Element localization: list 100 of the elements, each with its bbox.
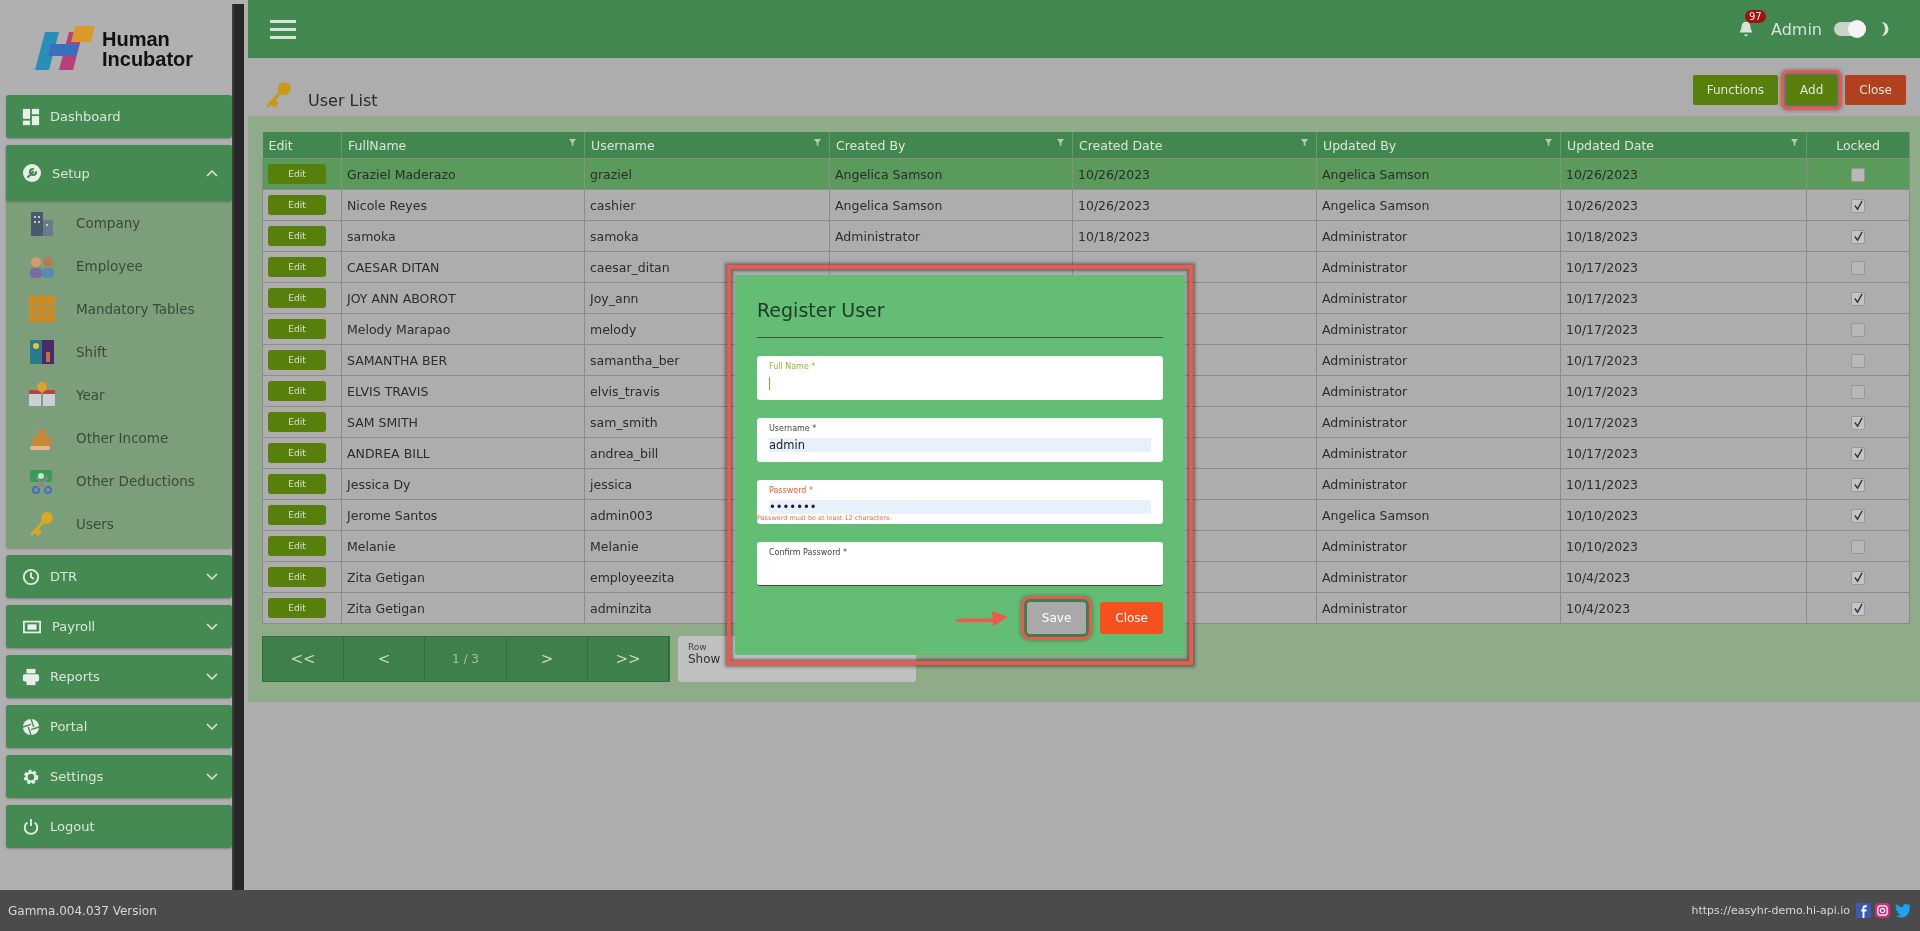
sidebar-item[interactable]: Logout [6, 805, 232, 848]
checkbox[interactable] [1851, 291, 1865, 306]
sidebar-item[interactable]: DTR [6, 555, 232, 598]
table-cell: 10/4/2023 [1566, 600, 1631, 616]
edit-button[interactable]: Edit [268, 567, 326, 587]
table-row[interactable]: Edit Nicole Reyes cashier Angelica Samson 10/26/2023 Angelica Samson 10/26/2023 [262, 189, 1910, 221]
edit-button[interactable]: Edit [268, 350, 326, 370]
checkbox[interactable] [1851, 601, 1865, 616]
edit-button[interactable]: Edit [268, 412, 326, 432]
instagram-icon[interactable] [1875, 903, 1890, 918]
table-cell: Jessica Dy [347, 476, 411, 492]
edit-button[interactable]: Edit [268, 288, 326, 308]
column-header[interactable]: Created Date [1072, 132, 1317, 159]
dialog-button[interactable]: Close [1100, 602, 1163, 634]
edit-button[interactable]: Edit [268, 164, 326, 184]
checkbox[interactable] [1851, 229, 1865, 244]
submenu-item[interactable]: Year [28, 381, 232, 409]
column-header[interactable]: Locked [1806, 132, 1910, 159]
column-header[interactable]: FullName [341, 132, 585, 159]
table-cell: 10/26/2023 [1078, 166, 1151, 182]
version-text: Gamma.004.037 Version [8, 903, 157, 918]
filter-icon[interactable] [814, 139, 821, 146]
checkbox[interactable] [1851, 570, 1865, 585]
input-field[interactable]: Full Name * [757, 356, 1163, 400]
table-cell: Administrator [1322, 600, 1408, 616]
sidebar-item[interactable]: Setup [6, 145, 232, 201]
table-cell: Angelica Samson [1322, 197, 1430, 213]
checkbox[interactable] [1851, 446, 1865, 461]
edit-button[interactable]: Edit [268, 226, 326, 246]
edit-button[interactable]: Edit [268, 319, 326, 339]
table-cell: Administrator [1322, 290, 1408, 306]
checkbox[interactable] [1851, 508, 1865, 523]
table-cell: samoka [590, 228, 639, 244]
input-field[interactable]: Confirm Password * [757, 542, 1163, 586]
column-header[interactable]: Updated Date [1560, 132, 1807, 159]
table-cell: Administrator [1322, 383, 1408, 399]
column-header[interactable]: Updated By [1316, 132, 1561, 159]
submenu-item[interactable]: Other Income [28, 424, 232, 452]
sidebar-item[interactable]: Payroll [6, 605, 232, 648]
user-name[interactable]: Admin [1771, 19, 1822, 39]
filter-icon[interactable] [1301, 139, 1308, 146]
edit-button[interactable]: Edit [268, 505, 326, 525]
sidebar-item[interactable]: Portal [6, 705, 232, 748]
sidebar-item[interactable]: Dashboard [6, 95, 232, 138]
filter-icon[interactable] [569, 139, 576, 146]
menu-icon[interactable] [270, 19, 296, 39]
table-row[interactable]: Edit samoka samoka Administrator 10/18/2023 Administrator 10/18/2023 [262, 220, 1910, 252]
table-cell: ANDREA BILL [347, 445, 430, 461]
facebook-icon[interactable] [1856, 903, 1871, 918]
table-cell: Administrator [1322, 352, 1408, 368]
table-cell: employeezita [590, 569, 675, 585]
filter-icon[interactable] [1057, 139, 1064, 146]
table-cell: Melody Marapao [347, 321, 451, 337]
submenu-item[interactable]: Employee [28, 252, 232, 280]
column-header[interactable]: Created By [829, 132, 1073, 159]
column-header[interactable]: Edit [262, 132, 342, 159]
scrollbar[interactable] [232, 4, 244, 890]
checkbox[interactable] [1851, 353, 1865, 368]
key-icon [28, 510, 56, 538]
checkbox[interactable] [1851, 415, 1865, 430]
table-cell: ELVIS TRAVIS [347, 383, 429, 399]
edit-button[interactable]: Edit [268, 598, 326, 618]
toolbar-button[interactable]: Close [1845, 75, 1906, 105]
edit-button[interactable]: Edit [268, 381, 326, 401]
toolbar-button[interactable]: Functions [1692, 75, 1779, 105]
edit-button[interactable]: Edit [268, 195, 326, 215]
url-link[interactable]: https://easyhr-demo.hi-api.io [1691, 904, 1850, 917]
submenu-item[interactable]: Mandatory Tables [28, 295, 232, 323]
table-cell: Jerome Santos [347, 507, 438, 523]
table-row[interactable]: Edit CAESAR DITAN caesar_ditan Administrator 10/17/2023 [262, 251, 1910, 283]
power-icon [22, 817, 40, 836]
input-field[interactable]: Username * admin [757, 418, 1163, 462]
edit-button[interactable]: Edit [268, 257, 326, 277]
checkbox[interactable] [1851, 477, 1865, 492]
table-cell: jessica [590, 476, 633, 492]
toggle-switch[interactable] [1834, 22, 1866, 36]
checkbox[interactable] [1851, 167, 1865, 182]
checkbox[interactable] [1851, 384, 1865, 399]
checkbox[interactable] [1851, 539, 1865, 554]
table-row[interactable]: Edit Graziel Maderazo graziel Angelica Samson 10/26/2023 Angelica Samson 10/26/2023 [262, 158, 1910, 190]
checkbox[interactable] [1851, 322, 1865, 337]
submenu-item[interactable]: Shift [28, 338, 232, 366]
clock-icon [22, 567, 40, 586]
bell-icon[interactable] [1737, 20, 1755, 38]
sidebar-item[interactable]: Settings [6, 755, 232, 798]
checkbox[interactable] [1851, 260, 1865, 275]
table-cell: Angelica Samson [1322, 507, 1430, 523]
submenu-item[interactable]: Other Deductions [28, 467, 232, 495]
edit-button[interactable]: Edit [268, 474, 326, 494]
submenu-item[interactable]: Company [28, 209, 232, 237]
calendar-icon [28, 381, 56, 409]
column-header[interactable]: Username [584, 132, 830, 159]
filter-icon[interactable] [1545, 139, 1552, 146]
table-cell: Angelica Samson [1322, 166, 1430, 182]
submenu-item[interactable]: Users [28, 510, 232, 538]
filter-icon[interactable] [1791, 139, 1798, 146]
edit-button[interactable]: Edit [268, 443, 326, 463]
checkbox[interactable] [1851, 198, 1865, 213]
sidebar-item[interactable]: Reports [6, 655, 232, 698]
edit-button[interactable]: Edit [268, 536, 326, 556]
